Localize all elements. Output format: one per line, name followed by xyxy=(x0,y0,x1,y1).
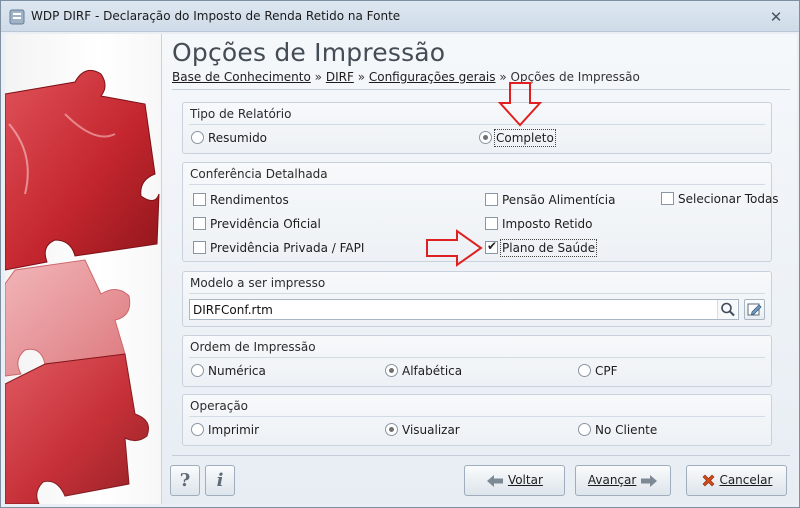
title-bar: WDP DIRF - Declaração do Imposto de Rend… xyxy=(1,1,799,32)
report-type-group: Tipo de Relatório Resumido Completo xyxy=(182,102,772,154)
group-title: Ordem de Impressão xyxy=(190,340,316,354)
checkbox-previdencia-privada[interactable]: Previdência Privada / FAPI xyxy=(193,241,364,255)
group-title: Conferência Detalhada xyxy=(190,167,328,181)
checkbox-label: Selecionar Todas xyxy=(678,192,779,206)
breadcrumb-item-knowledge-base[interactable]: Base de Conhecimento xyxy=(172,70,311,84)
group-divider xyxy=(189,416,765,417)
info-icon: i xyxy=(216,470,224,491)
group-title: Modelo a ser impresso xyxy=(190,276,326,290)
main-content: Opções de Impressão Base de Conhecimento… xyxy=(161,34,797,504)
radio-numerica[interactable]: Numérica xyxy=(191,364,266,378)
group-title: Operação xyxy=(190,399,249,413)
annotation-arrow-right-icon xyxy=(426,229,483,267)
help-icon: ? xyxy=(179,470,191,491)
radio-label: Completo xyxy=(494,129,556,147)
breadcrumb: Base de Conhecimento » DIRF » Configuraç… xyxy=(172,70,640,84)
checkbox-label: Rendimentos xyxy=(210,193,289,207)
radio-cpf[interactable]: CPF xyxy=(578,364,618,378)
group-divider xyxy=(189,184,765,185)
radio-button[interactable] xyxy=(191,364,204,377)
radio-button[interactable] xyxy=(191,423,204,436)
group-divider xyxy=(189,293,765,294)
model-input[interactable] xyxy=(189,299,739,320)
close-icon[interactable]: ✕ xyxy=(765,7,787,27)
radio-button[interactable] xyxy=(191,131,204,144)
checkbox-rendimentos[interactable]: Rendimentos xyxy=(193,193,289,207)
checkbox-label: Previdência Privada / FAPI xyxy=(210,241,365,255)
radio-label: Visualizar xyxy=(402,423,460,437)
arrow-right-icon xyxy=(641,475,658,487)
checkbox-previdencia-oficial[interactable]: Previdência Oficial xyxy=(193,217,321,231)
cancel-x-icon xyxy=(702,474,715,487)
group-title: Tipo de Relatório xyxy=(190,107,292,121)
arrow-left-icon xyxy=(487,475,504,487)
back-button-label: Voltar xyxy=(507,473,543,487)
radio-no-cliente[interactable]: No Cliente xyxy=(578,423,657,437)
breadcrumb-item-dirf[interactable]: DIRF xyxy=(326,70,354,84)
group-divider xyxy=(189,124,765,125)
page-title: Opções de Impressão xyxy=(172,38,446,67)
checkbox-label: Imposto Retido xyxy=(502,217,593,231)
breadcrumb-item-general-settings[interactable]: Configurações gerais xyxy=(369,70,496,84)
next-button[interactable]: Avançar xyxy=(575,465,671,496)
radio-button[interactable] xyxy=(479,131,492,144)
checkbox-selecionar-todas[interactable]: Selecionar Todas xyxy=(661,192,779,206)
next-button-label: Avançar xyxy=(587,473,637,487)
radio-button[interactable] xyxy=(578,364,591,377)
breadcrumb-separator: » xyxy=(357,70,366,84)
search-icon[interactable] xyxy=(717,300,737,319)
radio-button[interactable] xyxy=(578,423,591,436)
cancel-button[interactable]: Cancelar xyxy=(686,465,787,496)
radio-visualizar[interactable]: Visualizar xyxy=(385,423,460,437)
checkbox[interactable] xyxy=(485,217,498,230)
radio-alfabetica[interactable]: Alfabética xyxy=(385,364,462,378)
title-divider xyxy=(172,89,790,90)
app-icon xyxy=(9,9,25,25)
radio-button[interactable] xyxy=(385,364,398,377)
back-button[interactable]: Voltar xyxy=(464,465,565,496)
radio-label: CPF xyxy=(595,364,618,378)
radio-label: No Cliente xyxy=(595,423,658,437)
info-button[interactable]: i xyxy=(205,465,235,496)
cancel-button-label: Cancelar xyxy=(719,473,773,487)
checkbox[interactable] xyxy=(193,217,206,230)
operation-group: Operação Imprimir Visualizar No Cliente xyxy=(182,394,772,446)
breadcrumb-separator: » xyxy=(314,70,322,84)
checkbox[interactable] xyxy=(661,192,674,205)
checkbox[interactable] xyxy=(193,241,206,254)
help-button[interactable]: ? xyxy=(170,465,200,496)
checkbox-label: Plano de Saúde xyxy=(499,239,598,257)
checkbox[interactable] xyxy=(485,193,498,206)
checkbox-label: Pensão Alimentícia xyxy=(502,193,616,207)
radio-button[interactable] xyxy=(385,423,398,436)
radio-label: Resumido xyxy=(208,131,268,145)
checkbox[interactable] xyxy=(193,193,206,206)
radio-completo[interactable]: Completo xyxy=(479,129,556,147)
edit-icon[interactable] xyxy=(744,299,765,320)
puzzle-illustration xyxy=(5,34,161,504)
footer-divider xyxy=(172,455,790,456)
window-title: WDP DIRF - Declaração do Imposto de Rend… xyxy=(31,9,401,23)
model-group: Modelo a ser impresso xyxy=(182,271,772,327)
group-divider xyxy=(189,357,765,358)
checkbox-plano-de-saude[interactable]: Plano de Saúde xyxy=(485,239,598,257)
radio-label: Numérica xyxy=(208,364,266,378)
print-order-group: Ordem de Impressão Numérica Alfabética C… xyxy=(182,335,772,387)
app-window: WDP DIRF - Declaração do Imposto de Rend… xyxy=(0,0,800,508)
checkbox[interactable] xyxy=(485,239,498,254)
checkbox-pensao-alimenticia[interactable]: Pensão Alimentícia xyxy=(485,193,615,207)
annotation-arrow-down-icon xyxy=(498,82,542,127)
checkbox-label: Previdência Oficial xyxy=(210,217,321,231)
radio-label: Alfabética xyxy=(402,364,463,378)
checkbox-imposto-retido[interactable]: Imposto Retido xyxy=(485,217,592,231)
radio-imprimir[interactable]: Imprimir xyxy=(191,423,259,437)
radio-resumido[interactable]: Resumido xyxy=(191,131,267,145)
radio-label: Imprimir xyxy=(208,423,260,437)
